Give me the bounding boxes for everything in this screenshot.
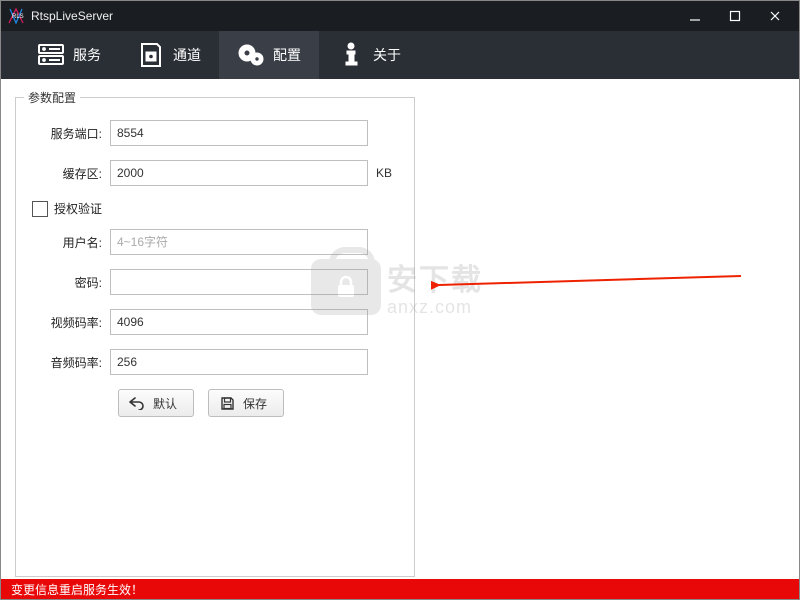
vbitrate-label: 视频码率: xyxy=(24,314,110,331)
default-button-label: 默认 xyxy=(153,395,177,412)
tab-about[interactable]: 关于 xyxy=(319,31,419,79)
row-username: 用户名: xyxy=(24,229,396,255)
channel-icon xyxy=(137,41,165,69)
row-port: 服务端口: xyxy=(24,120,396,146)
app-window: RLS RtspLiveServer 服务 通道 xyxy=(0,0,800,600)
username-input[interactable] xyxy=(110,229,368,255)
buffer-input[interactable] xyxy=(110,160,368,186)
row-password: 密码: xyxy=(24,269,396,295)
abitrate-input[interactable] xyxy=(110,349,368,375)
footer-notice: 变更信息重启服务生效！ xyxy=(11,581,143,598)
auth-checkbox[interactable] xyxy=(32,201,48,217)
row-auth: 授权验证 xyxy=(32,200,396,217)
params-legend: 参数配置 xyxy=(24,89,80,106)
maximize-button[interactable] xyxy=(715,1,755,31)
vbitrate-input[interactable] xyxy=(110,309,368,335)
row-abitrate: 音频码率: xyxy=(24,349,396,375)
titlebar: RLS RtspLiveServer xyxy=(1,1,799,31)
close-button[interactable] xyxy=(755,1,795,31)
button-row: 默认 保存 xyxy=(118,389,396,417)
password-label: 密码: xyxy=(24,274,110,291)
row-vbitrate: 视频码率: xyxy=(24,309,396,335)
default-button[interactable]: 默认 xyxy=(118,389,194,417)
tab-about-label: 关于 xyxy=(373,45,401,65)
save-button[interactable]: 保存 xyxy=(208,389,284,417)
tab-service[interactable]: 服务 xyxy=(19,31,119,79)
window-title: RtspLiveServer xyxy=(31,9,675,23)
content-area: 参数配置 服务端口: 缓存区: KB 授权验证 用户名: 密 xyxy=(1,79,799,579)
app-logo-icon: RLS xyxy=(7,7,25,25)
tab-service-label: 服务 xyxy=(73,45,101,65)
username-label: 用户名: xyxy=(24,234,110,251)
params-fieldset: 参数配置 服务端口: 缓存区: KB 授权验证 用户名: 密 xyxy=(15,89,415,577)
abitrate-label: 音频码率: xyxy=(24,354,110,371)
about-icon xyxy=(337,41,365,69)
save-icon xyxy=(219,395,235,411)
minimize-button[interactable] xyxy=(675,1,715,31)
buffer-unit: KB xyxy=(376,166,396,180)
tab-config[interactable]: 配置 xyxy=(219,31,319,79)
main-tabs: 服务 通道 配置 关于 xyxy=(1,31,799,79)
password-input[interactable] xyxy=(110,269,368,295)
auth-label: 授权验证 xyxy=(54,200,102,217)
service-icon xyxy=(37,41,65,69)
tab-channel-label: 通道 xyxy=(173,45,201,65)
save-button-label: 保存 xyxy=(243,395,267,412)
port-input[interactable] xyxy=(110,120,368,146)
row-buffer: 缓存区: KB xyxy=(24,160,396,186)
svg-text:RLS: RLS xyxy=(12,14,24,20)
tab-channel[interactable]: 通道 xyxy=(119,31,219,79)
footer-bar: 变更信息重启服务生效！ xyxy=(1,579,799,599)
port-label: 服务端口: xyxy=(24,125,110,142)
config-icon xyxy=(237,41,265,69)
tab-config-label: 配置 xyxy=(273,45,301,65)
undo-icon xyxy=(129,395,145,411)
buffer-label: 缓存区: xyxy=(24,165,110,182)
